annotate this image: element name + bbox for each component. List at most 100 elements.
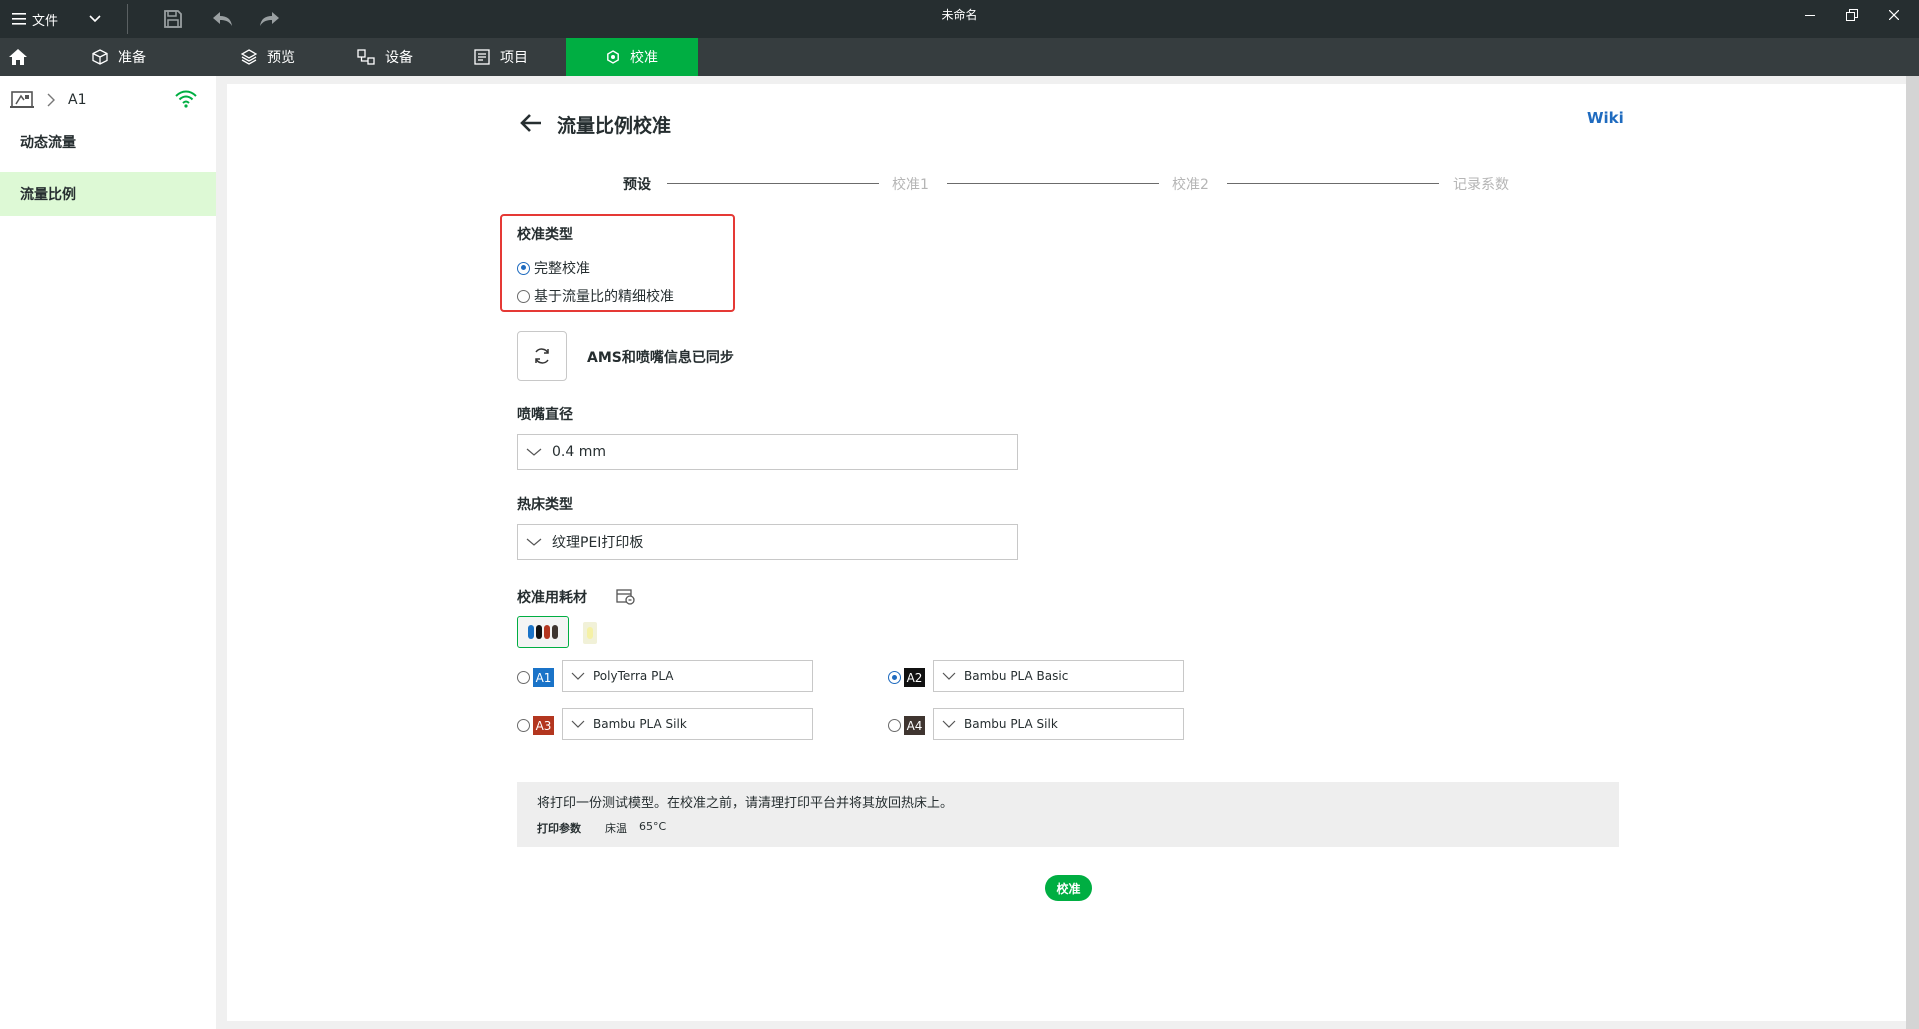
bed-type-value: 纹理PEI打印板 [552,535,644,551]
cube-icon [92,49,108,65]
redo-button[interactable] [255,4,285,34]
chevron-down-icon [942,720,958,728]
wiki-link[interactable]: Wiki [1587,109,1624,127]
step-divider [947,183,1159,184]
bed-type-select[interactable]: 纹理PEI打印板 [517,524,1018,560]
radio-full-calibration[interactable]: 完整校准 [517,258,590,278]
bed-temp-value: 65°C [639,820,667,833]
tab-prepare[interactable]: 准备 [36,38,202,76]
home-icon [9,49,27,65]
undo-button[interactable] [207,4,237,34]
device-icon [357,49,375,65]
file-menu-label: 文件 [32,13,59,29]
sidebar-item-label: 流量比例 [20,187,76,203]
radio-button-selected[interactable] [888,671,901,684]
radio-button[interactable] [517,671,530,684]
refresh-icon [535,348,549,364]
save-button[interactable] [158,4,188,34]
radio-button-selected[interactable] [517,261,530,275]
restore-button[interactable] [1832,0,1872,30]
filament-slot-a4[interactable]: A4 [888,716,925,735]
calibration-panel: 流量比例校准 Wiki 预设 校准1 校准2 记录系数 校准类型 完整校准 基于… [227,84,1906,1021]
save-icon [164,10,182,28]
tab-device[interactable]: 设备 [334,38,436,76]
device-selector[interactable]: A1 [10,88,210,112]
sync-button[interactable] [517,331,567,381]
filament-settings-icon[interactable] [616,588,636,606]
filament-select-a4[interactable]: Bambu PLA Silk [933,708,1184,740]
print-info-box: 将打印一份测试模型。在校准之前，请清理打印平台并将其放回热床上。 打印参数 床温… [517,782,1619,847]
chevron-down-icon [942,672,958,680]
slot-badge: A1 [533,668,554,687]
tab-preview-label: 预览 [267,50,295,66]
slot-badge: A2 [904,668,925,687]
restore-icon [1846,9,1858,21]
nozzle-diameter-label: 喷嘴直径 [517,407,573,423]
filament-slot-a3[interactable]: A3 [517,716,554,735]
radio-button[interactable] [888,719,901,732]
bed-temp-label: 床温 [605,822,627,835]
sidebar: A1 动态流量 流量比例 [0,76,216,1029]
divider [127,4,128,34]
step-divider [1227,183,1439,184]
hamburger-icon [12,13,26,25]
filament-select-a1[interactable]: PolyTerra PLA [562,660,813,692]
minimize-icon [1805,15,1815,16]
filament-name: PolyTerra PLA [593,669,674,683]
sidebar-item-flow-ratio[interactable]: 流量比例 [0,172,216,216]
calibration-icon [607,50,619,64]
radio-button[interactable] [517,719,530,732]
undo-icon [213,12,232,26]
redo-icon [260,12,279,26]
close-icon [1889,10,1899,20]
external-spool-selector[interactable] [583,622,597,644]
radio-button[interactable] [517,289,530,303]
nozzle-diameter-value: 0.4 mm [552,444,606,460]
tab-preview[interactable]: 预览 [202,38,334,76]
ams-unit-selector[interactable] [517,616,569,648]
filament-select-a2[interactable]: Bambu PLA Basic [933,660,1184,692]
chevron-down-icon [571,672,587,680]
print-params-label: 打印参数 [537,822,581,835]
filament-name: Bambu PLA Basic [964,669,1069,683]
step-preset: 预设 [623,177,651,193]
step-divider [667,183,879,184]
chevron-down-icon [571,720,587,728]
bed-type-label: 热床类型 [517,497,573,513]
ams-spool-3 [544,625,550,639]
tab-project[interactable]: 项目 [436,38,566,76]
filament-slot-a2[interactable]: A2 [888,668,925,687]
slot-badge: A3 [533,716,554,735]
radio-fine-calibration[interactable]: 基于流量比的精细校准 [517,286,674,306]
filament-slot-a1[interactable]: A1 [517,668,554,687]
ams-spool-1 [528,625,534,639]
title-bar: 文件 未命名 [0,0,1919,38]
radio-label: 完整校准 [534,261,590,277]
tab-device-label: 设备 [385,50,413,66]
window-title: 未命名 [941,8,978,22]
filament-select-a3[interactable]: Bambu PLA Silk [562,708,813,740]
calibrate-button[interactable]: 校准 [1045,875,1092,901]
back-arrow-icon[interactable] [518,112,544,134]
minimize-button[interactable] [1790,0,1830,30]
slot-badge: A4 [904,716,925,735]
step-calibration-2: 校准2 [1172,177,1209,193]
page-title: 流量比例校准 [557,115,672,137]
chevron-down-icon [526,447,546,457]
file-menu[interactable]: 文件 [12,0,58,38]
sidebar-item-dynamic-flow[interactable]: 动态流量 [0,120,216,164]
layers-icon [241,49,257,65]
close-button[interactable] [1874,0,1914,30]
device-name: A1 [68,92,87,108]
tab-prepare-label: 准备 [118,50,146,66]
nozzle-diameter-select[interactable]: 0.4 mm [517,434,1018,470]
tab-calibration[interactable]: 校准 [566,38,698,76]
printer-icon [10,91,34,108]
home-button[interactable] [0,38,36,76]
filament-name: Bambu PLA Silk [593,717,687,731]
chevron-down-icon[interactable] [86,9,104,27]
chevron-down-icon [526,537,546,547]
wifi-icon [175,90,197,108]
sync-status-text: AMS和喷嘴信息已同步 [587,350,734,366]
external-spool [587,627,593,639]
